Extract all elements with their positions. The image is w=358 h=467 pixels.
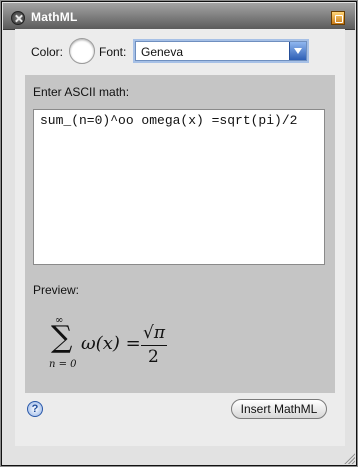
mathml-window: MathML Color: Font: Geneva Enter ASCII m… <box>0 0 358 467</box>
fraction: √π 2 <box>141 323 171 367</box>
formula-lhs: ω(x) = <box>81 333 141 354</box>
ascii-label: Enter ASCII math: <box>33 85 130 99</box>
fraction-numerator: √π <box>143 323 166 343</box>
preview-label: Preview: <box>33 283 80 297</box>
fraction-denominator: 2 <box>148 347 159 367</box>
color-label: Color: <box>31 45 64 59</box>
font-value: Geneva <box>141 45 184 59</box>
sum-lower-limit: n = 0 <box>49 359 77 370</box>
sum-symbol: ∑ <box>51 320 73 355</box>
math-panel: Enter ASCII math: sum_(n=0)^oo omega(x) … <box>25 75 335 393</box>
close-icon[interactable] <box>11 11 25 25</box>
math-preview: ∞ ∑ n = 0 ω(x) = √π 2 <box>41 315 181 371</box>
help-icon[interactable]: ? <box>27 401 43 417</box>
ascii-input-text: sum_(n=0)^oo omega(x) =sqrt(pi)/2 <box>40 113 298 128</box>
color-well[interactable] <box>69 38 95 64</box>
titlebar: MathML <box>3 3 355 30</box>
font-label: Font: <box>99 45 127 59</box>
font-select[interactable]: Geneva <box>135 41 307 61</box>
window-title: MathML <box>31 10 78 24</box>
fraction-bar <box>141 345 167 346</box>
resize-grip-icon[interactable] <box>343 452 355 464</box>
ascii-input[interactable]: sum_(n=0)^oo omega(x) =sqrt(pi)/2 <box>33 109 325 265</box>
dialog-content: Color: Font: Geneva Enter ASCII math: su… <box>15 29 345 446</box>
window-icon <box>331 11 345 25</box>
insert-mathml-button[interactable]: Insert MathML <box>231 399 327 419</box>
chevron-down-icon[interactable] <box>289 42 306 60</box>
